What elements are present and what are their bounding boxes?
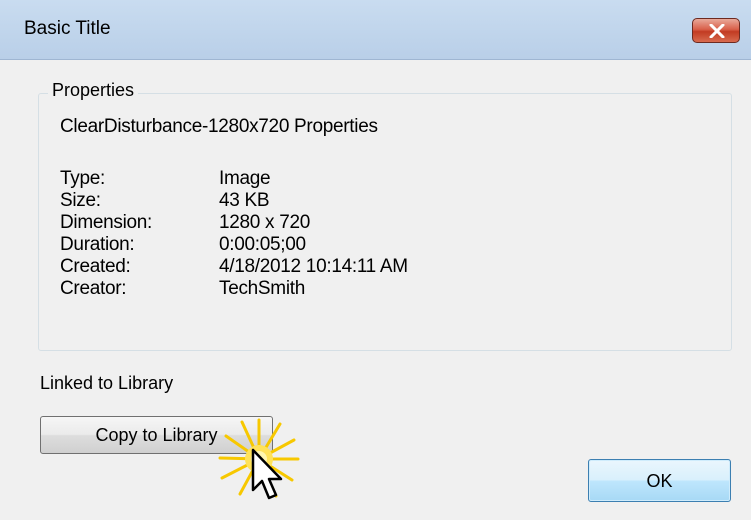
property-value: 4/18/2012 10:14:11 AM: [219, 256, 408, 277]
window-title: Basic Title: [24, 18, 111, 39]
properties-heading: ClearDisturbance-1280x720 Properties: [60, 116, 378, 137]
mouse-pointer-icon: [251, 448, 283, 500]
property-value: 1280 x 720: [219, 212, 311, 233]
properties-group-label: Properties: [48, 80, 139, 101]
property-key: Dimension:: [60, 212, 153, 233]
property-key: Size:: [60, 190, 101, 211]
dialog-window: Basic Title Properties ClearDisturbance-…: [0, 0, 751, 520]
dialog-body: Properties ClearDisturbance-1280x720 Pro…: [0, 60, 751, 520]
close-icon: [709, 24, 725, 38]
property-key: Creator:: [60, 278, 127, 299]
property-value: 0:00:05;00: [219, 234, 306, 255]
close-button[interactable]: [692, 18, 740, 43]
linked-to-library-label: Linked to Library: [40, 373, 174, 393]
title-bar[interactable]: Basic Title: [0, 0, 751, 60]
ok-button[interactable]: OK: [588, 459, 731, 502]
property-key: Type:: [60, 168, 105, 189]
property-key: Duration:: [60, 234, 135, 255]
property-value: Image: [219, 168, 271, 189]
property-value: TechSmith: [219, 278, 306, 299]
property-key: Created:: [60, 256, 131, 277]
property-value: 43 KB: [219, 190, 270, 211]
